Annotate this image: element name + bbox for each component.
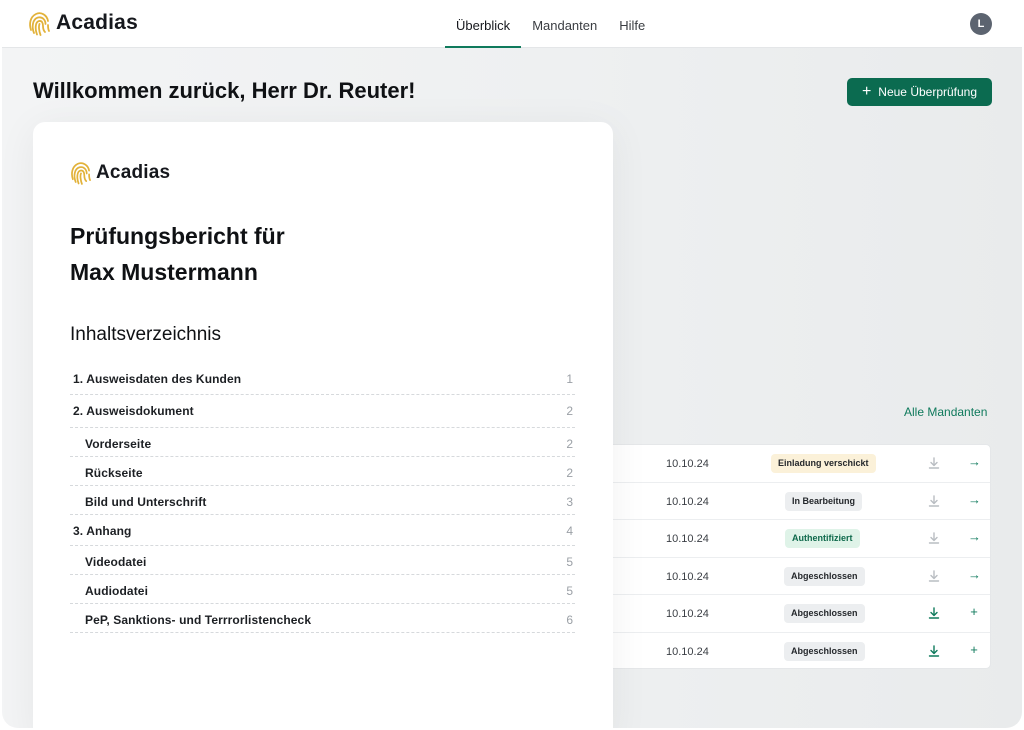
status-badge: Einladung verschickt (771, 454, 876, 473)
table-row[interactable]: 10.10.24 Einladung verschickt → (563, 445, 990, 483)
row-date: 10.10.24 (666, 533, 709, 545)
download-icon[interactable] (928, 606, 940, 620)
new-review-button[interactable]: + Neue Überprüfung (847, 78, 992, 106)
table-row[interactable]: 10.10.24 In Bearbeitung → (563, 483, 990, 520)
page-title: Willkommen zurück, Herr Dr. Reuter! (33, 78, 416, 103)
download-icon[interactable] (928, 494, 940, 508)
table-row[interactable]: 10.10.24 Authentifiziert → (563, 520, 990, 558)
row-date: 10.10.24 (666, 608, 709, 620)
plus-icon[interactable]: + (968, 605, 980, 619)
toc-item: Vorderseite 2 (70, 428, 575, 457)
arrow-right-icon[interactable]: → (968, 567, 981, 582)
plus-icon: + (861, 83, 872, 100)
plus-icon[interactable]: + (968, 642, 980, 657)
download-icon[interactable] (928, 531, 940, 545)
toc-item-page: 2 (566, 466, 573, 480)
toc-item-page: 2 (566, 437, 573, 451)
top-bar: Acadias Überblick Mandanten Hilfe L (2, 0, 1022, 48)
toc-item-label: 3. Anhang (73, 524, 132, 538)
new-review-label: Neue Überprüfung (878, 85, 978, 99)
toc-item-label: Vorderseite (85, 437, 152, 451)
download-icon[interactable] (928, 569, 940, 583)
status-badge: Abgeschlossen (784, 604, 865, 623)
report-title-line-2: Max Mustermann (70, 259, 258, 285)
brand-name: Acadias (56, 11, 138, 34)
toc-item: Rückseite 2 (70, 457, 575, 486)
toc-item-page: 5 (566, 555, 573, 569)
download-icon[interactable] (928, 644, 940, 658)
all-clients-link[interactable]: Alle Mandanten (904, 405, 987, 419)
status-badge: Abgeschlossen (784, 566, 865, 586)
row-date: 10.10.24 (666, 645, 709, 658)
toc-item: PeP, Sanktions- und Terrrorlistencheck 6 (70, 604, 575, 633)
status-badge: In Bearbeitung (785, 491, 863, 511)
nav-tab-clients[interactable]: Mandanten (521, 0, 608, 48)
row-date: 10.10.24 (666, 570, 709, 583)
report-brand-name: Acadias (96, 161, 171, 183)
toc-item: 3. Anhang 4 (70, 515, 575, 546)
toc-item: 1. Ausweisdaten des Kunden 1 (70, 363, 575, 395)
toc-item-label: Rückseite (85, 466, 143, 480)
toc-item-label: 1. Ausweisdaten des Kunden (73, 372, 242, 386)
user-avatar[interactable]: L (970, 13, 992, 35)
arrow-right-icon[interactable]: → (968, 455, 981, 469)
toc-item: 2. Ausweisdokument 2 (70, 395, 575, 428)
toc-item-page: 1 (566, 372, 573, 386)
report-logo: Acadias (70, 160, 170, 185)
fingerprint-logo-icon (29, 12, 50, 36)
fingerprint-logo-icon (71, 162, 91, 185)
toc-item: Bild und Unterschrift 3 (70, 486, 575, 515)
toc-item: Videodatei 5 (70, 546, 575, 575)
toc-item-page: 4 (566, 524, 573, 538)
table-of-contents: 1. Ausweisdaten des Kunden 1 2. Ausweisdok… (70, 363, 575, 633)
toc-item-label: Audiodatei (85, 584, 148, 598)
arrow-right-icon[interactable]: → (968, 492, 981, 507)
download-icon[interactable] (928, 456, 940, 470)
row-date: 10.10.24 (666, 495, 709, 508)
main-nav: Überblick Mandanten Hilfe (445, 0, 656, 48)
report-preview-card: Acadias Prüfungsbericht für Max Musterma… (33, 122, 613, 728)
row-date: 10.10.24 (666, 458, 709, 470)
toc-item-page: 6 (566, 613, 573, 627)
nav-tab-help[interactable]: Hilfe (608, 0, 656, 48)
toc-item-page: 5 (566, 584, 573, 598)
report-title-line-1: Prüfungsbericht für (70, 223, 285, 249)
arrow-right-icon[interactable]: → (968, 530, 981, 544)
reviews-table: 10.10.24 Einladung verschickt → 10.10.24 In … (562, 444, 991, 669)
toc-item-label: Videodatei (85, 555, 147, 569)
toc-item-label: 2. Ausweisdokument (73, 404, 194, 418)
toc-item: Audiodatei 5 (70, 575, 575, 604)
toc-item-page: 2 (566, 404, 573, 418)
table-row[interactable]: 10.10.24 Abgeschlossen → (563, 558, 990, 595)
toc-item-page: 3 (566, 495, 573, 509)
table-row[interactable]: 10.10.24 Abgeschlossen + (563, 633, 990, 671)
app-logo[interactable]: Acadias (28, 10, 138, 36)
status-badge: Abgeschlossen (784, 641, 865, 661)
status-badge: Authentifiziert (785, 529, 860, 548)
app-frame: Acadias Überblick Mandanten Hilfe L Will… (2, 0, 1022, 728)
toc-heading: Inhaltsverzeichnis (70, 324, 222, 345)
table-row[interactable]: 10.10.24 Abgeschlossen + (563, 595, 990, 633)
report-title: Prüfungsbericht für Max Mustermann (70, 218, 285, 290)
toc-item-label: PeP, Sanktions- und Terrrorlistencheck (85, 613, 312, 627)
toc-item-label: Bild und Unterschrift (85, 495, 207, 509)
nav-tab-overview[interactable]: Überblick (445, 0, 522, 48)
